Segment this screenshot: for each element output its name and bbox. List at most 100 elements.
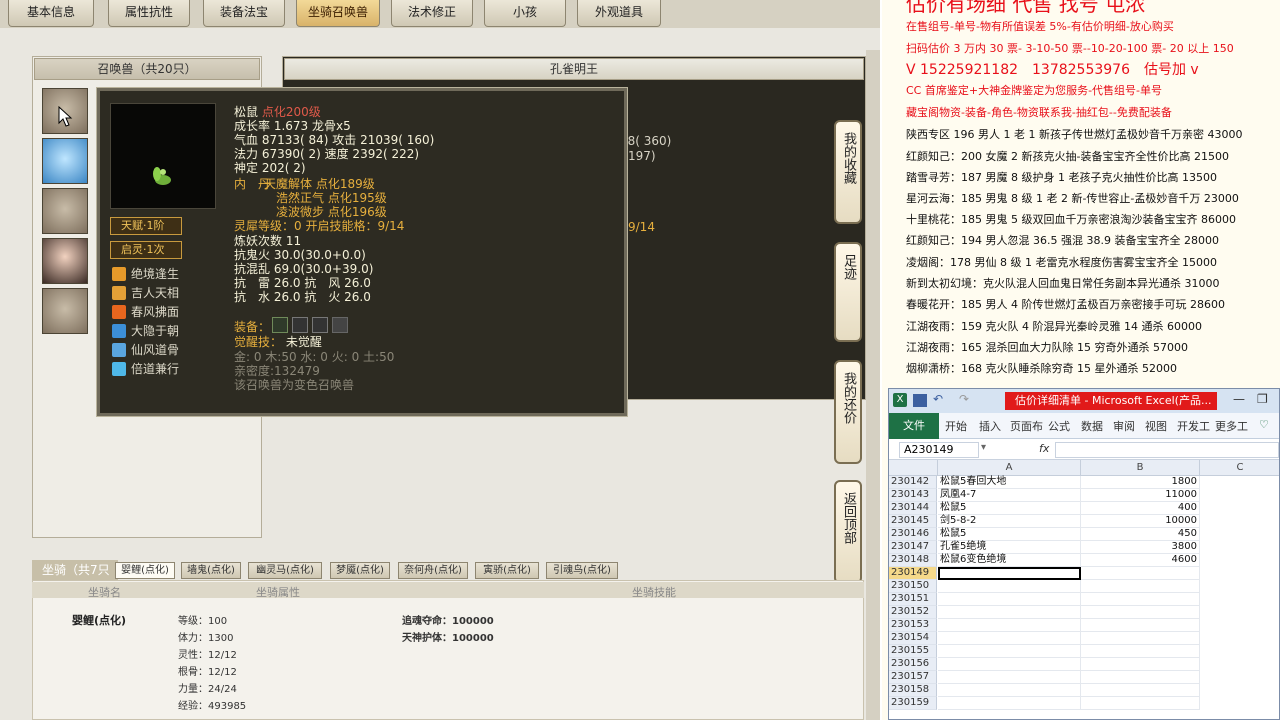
row-header[interactable]: 230143 xyxy=(889,489,937,502)
row-header[interactable]: 230159 xyxy=(889,697,937,710)
ribbon-home[interactable]: 开始 xyxy=(945,418,967,434)
ribbon-view[interactable]: 视图 xyxy=(1145,418,1167,434)
ribbon-review[interactable]: 审阅 xyxy=(1113,418,1135,434)
row-header[interactable]: 230156 xyxy=(889,658,937,671)
equip-slot-3[interactable] xyxy=(312,317,328,333)
formula-input[interactable] xyxy=(1055,442,1279,458)
row-header[interactable]: 230157 xyxy=(889,671,937,684)
cell-a[interactable]: 剑5-8-2 xyxy=(938,515,1081,528)
cell-a[interactable] xyxy=(938,697,1081,710)
game-scrollbar[interactable] xyxy=(866,50,880,720)
tab-mount-summon[interactable]: 坐骑召唤兽 xyxy=(296,0,380,27)
cell-a[interactable]: 孔雀5绝境 xyxy=(938,541,1081,554)
pet-thumb-squirrel-2[interactable] xyxy=(42,188,88,234)
cell-a[interactable]: 凤凰4-7 xyxy=(938,489,1081,502)
cell-a[interactable] xyxy=(938,671,1081,684)
row-header[interactable]: 230158 xyxy=(889,684,937,697)
footprint-button[interactable]: 足迹 xyxy=(834,242,862,342)
equip-slot-4[interactable] xyxy=(332,317,348,333)
ribbon-data[interactable]: 数据 xyxy=(1081,418,1103,434)
cell-a[interactable] xyxy=(938,645,1081,658)
tab-equipment[interactable]: 装备法宝 xyxy=(203,0,285,27)
equip-slot-2[interactable] xyxy=(292,317,308,333)
save-icon[interactable] xyxy=(913,394,927,407)
cell-a[interactable] xyxy=(938,580,1081,593)
tab-attributes[interactable]: 属性抗性 xyxy=(108,0,190,27)
row-header[interactable]: 230145 xyxy=(889,515,937,528)
cell-a[interactable]: 松鼠6变色绝境 xyxy=(938,554,1081,567)
row-header[interactable]: 230153 xyxy=(889,619,937,632)
restore-icon[interactable]: ❐ xyxy=(1257,392,1268,406)
skill-bei-dao[interactable]: 倍道兼行 xyxy=(131,362,179,376)
ribbon-page-layout[interactable]: 页面布 xyxy=(1010,418,1043,434)
cell-a[interactable] xyxy=(938,658,1081,671)
my-offers-button[interactable]: 我的还价 xyxy=(834,360,862,464)
mount-tab-5[interactable]: 奈何舟(点化) xyxy=(398,562,468,579)
cell-a[interactable]: 松鼠5 xyxy=(938,528,1081,541)
tab-basic-info[interactable]: 基本信息 xyxy=(8,0,94,27)
cell-b[interactable] xyxy=(1081,567,1200,580)
cell-b[interactable]: 450 xyxy=(1081,528,1200,541)
row-header[interactable]: 230146 xyxy=(889,528,937,541)
cell-b[interactable] xyxy=(1081,632,1200,645)
row-header[interactable]: 230142 xyxy=(889,476,937,489)
cell-a[interactable]: 松鼠5春回大地 xyxy=(938,476,1081,489)
ribbon-file[interactable]: 文件 xyxy=(889,413,939,439)
mount-tab-6[interactable]: 寅骄(点化) xyxy=(475,562,539,579)
skill-ji-ren[interactable]: 吉人天相 xyxy=(131,286,179,300)
ribbon-insert[interactable]: 插入 xyxy=(979,418,1001,434)
tab-child[interactable]: 小孩 xyxy=(484,0,566,27)
redo-icon[interactable]: ↷ xyxy=(959,392,969,406)
skill-chun-feng[interactable]: 春风拂面 xyxy=(131,305,179,319)
cell-b[interactable] xyxy=(1081,606,1200,619)
pet-thumb-blue[interactable] xyxy=(42,138,88,184)
cell-a[interactable]: 松鼠5 xyxy=(938,502,1081,515)
mount-tab-3[interactable]: 幽灵马(点化) xyxy=(248,562,322,579)
row-header[interactable]: 230154 xyxy=(889,632,937,645)
row-header[interactable]: 230155 xyxy=(889,645,937,658)
column-header-b[interactable]: B xyxy=(1081,460,1200,476)
fx-icon[interactable]: fx xyxy=(1039,442,1049,455)
cell-b[interactable]: 1800 xyxy=(1081,476,1200,489)
mount-tab-4[interactable]: 梦魇(点化) xyxy=(330,562,390,579)
row-header[interactable]: 230149 xyxy=(889,567,937,580)
skill-da-yin[interactable]: 大隐于朝 xyxy=(131,324,179,338)
pet-thumb-lady[interactable] xyxy=(42,238,88,284)
tab-spell[interactable]: 法术修正 xyxy=(391,0,473,27)
column-header-a[interactable]: A xyxy=(938,460,1081,476)
pet-thumb-squirrel-3[interactable] xyxy=(42,288,88,334)
cell-b[interactable] xyxy=(1081,697,1200,710)
excel-titlebar[interactable]: X ↶ ↷ 估价详细清单 - Microsoft Excel(产品... — ❐ xyxy=(889,389,1279,413)
mount-tab-2[interactable]: 墙鬼(点化) xyxy=(181,562,241,579)
row-header[interactable]: 230150 xyxy=(889,580,937,593)
row-header[interactable]: 230147 xyxy=(889,541,937,554)
cell-b[interactable] xyxy=(1081,645,1200,658)
cell-a[interactable] xyxy=(938,632,1081,645)
cell-a[interactable] xyxy=(938,684,1081,697)
cell-a[interactable] xyxy=(938,567,1081,580)
cell-b[interactable] xyxy=(1081,658,1200,671)
cell-b[interactable]: 3800 xyxy=(1081,541,1200,554)
cell-b[interactable] xyxy=(1081,619,1200,632)
cell-a[interactable] xyxy=(938,606,1081,619)
equip-slot-1[interactable] xyxy=(272,317,288,333)
cell-b[interactable]: 11000 xyxy=(1081,489,1200,502)
cell-b[interactable] xyxy=(1081,671,1200,684)
ribbon-more[interactable]: 更多工 xyxy=(1215,418,1248,434)
mount-tab-7[interactable]: 引魂鸟(点化) xyxy=(546,562,618,579)
name-box[interactable]: A230149 xyxy=(899,442,979,458)
help-icon[interactable]: ♡ xyxy=(1259,418,1269,431)
cell-b[interactable] xyxy=(1081,580,1200,593)
row-header[interactable]: 230148 xyxy=(889,554,937,567)
my-favorites-button[interactable]: 我的收藏 xyxy=(834,120,862,224)
back-to-top-button[interactable]: 返回顶部 xyxy=(834,480,862,584)
skill-jue-jing[interactable]: 绝境逢生 xyxy=(131,267,179,281)
row-header[interactable]: 230144 xyxy=(889,502,937,515)
minimize-icon[interactable]: — xyxy=(1233,392,1245,406)
cell-b[interactable]: 4600 xyxy=(1081,554,1200,567)
undo-icon[interactable]: ↶ xyxy=(933,392,943,406)
mount-tab-1[interactable]: 婴鲤(点化) xyxy=(115,562,175,579)
cell-b[interactable] xyxy=(1081,684,1200,697)
ribbon-formula[interactable]: 公式 xyxy=(1048,418,1070,434)
cell-a[interactable] xyxy=(938,593,1081,606)
